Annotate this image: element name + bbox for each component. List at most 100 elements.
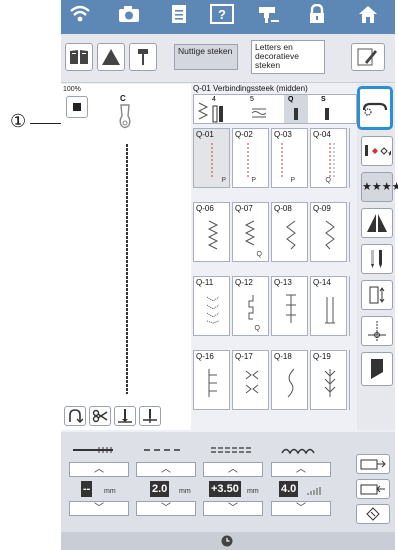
reverse-button[interactable] <box>64 406 86 426</box>
stitch-code: Q-01 <box>196 130 214 139</box>
category-button-twin-needle[interactable] <box>361 244 393 274</box>
reset-button[interactable] <box>356 504 390 524</box>
stitch-pattern-icon <box>329 143 335 177</box>
category-button-mirror[interactable] <box>361 208 393 238</box>
save-stitch-button[interactable] <box>356 454 390 474</box>
width-increase-button[interactable]: ︿ <box>69 462 129 477</box>
presser-foot-category-icon <box>362 102 388 116</box>
help-icon[interactable]: ? <box>207 4 237 30</box>
edit-button[interactable] <box>351 43 385 71</box>
stitch-code: Q-13 <box>274 278 292 287</box>
category-title: Q-01 Verbindingssteek (midden) <box>193 84 308 93</box>
category-button-width-adjust[interactable] <box>361 280 393 310</box>
stitch-cell[interactable]: Q-16 <box>193 350 230 410</box>
category-button-characters[interactable]: ★ <box>361 136 394 166</box>
stitch-code: Q-18 <box>274 352 292 361</box>
presser-foot-button[interactable] <box>129 43 157 71</box>
width-decrease-button[interactable]: ﹀ <box>69 501 129 516</box>
callout-marker: ① <box>10 111 27 131</box>
zoom-label: 100% <box>63 86 81 93</box>
sewing-screen: ? Nuttige steken Letters en decoratieve … <box>61 0 398 550</box>
category-button-shape[interactable] <box>361 352 393 386</box>
preview-label-2: 5 <box>250 96 254 103</box>
stitch-cell[interactable]: Q-19 <box>310 350 347 410</box>
category-button-needle-position[interactable] <box>361 316 393 346</box>
stitch-cell[interactable]: Q-06 <box>193 202 230 262</box>
needle-icon <box>138 49 148 65</box>
stitch-foot: Q <box>254 325 260 332</box>
tab-utility-stitches[interactable]: Nuttige steken <box>174 44 238 70</box>
twin-needle-icon <box>371 250 382 268</box>
tension-value: 4.0 <box>279 481 299 497</box>
reverse-icon <box>69 409 84 423</box>
needle-position-icon <box>118 409 132 423</box>
needle-mode-button[interactable] <box>66 96 88 118</box>
home-icon[interactable] <box>353 4 383 30</box>
wave-preview-icon <box>251 108 267 118</box>
preview-strip: 4 5 Q S <box>193 94 357 124</box>
document-icon[interactable] <box>164 4 194 30</box>
lock-icon[interactable] <box>302 3 332 30</box>
stitch-cell[interactable]: Q-01 P <box>193 128 230 188</box>
stitch-code: Q-08 <box>274 204 292 213</box>
cutter-button[interactable] <box>89 406 111 426</box>
stitch-pattern-icon <box>281 143 283 177</box>
stitch-cell[interactable]: Q-11 <box>193 276 230 336</box>
stitch-foot: P <box>290 177 295 184</box>
tension-increase-button[interactable]: ︿ <box>271 462 331 477</box>
stitch-pattern-icon <box>324 369 336 397</box>
stitch-code: Q-04 <box>313 130 331 139</box>
tab-decorative-stitches[interactable]: Letters en decoratieve steken <box>251 40 325 74</box>
length-increase-button[interactable]: ︿ <box>136 462 196 477</box>
reset-icon <box>366 507 380 521</box>
stitch-pattern-icon <box>208 369 217 397</box>
mirror-icon <box>367 214 387 232</box>
stitch-cell[interactable]: Q-18 <box>271 350 308 410</box>
presser-foot-mini-icon <box>294 108 298 120</box>
position-value: +3.50 <box>209 481 241 497</box>
camera-icon[interactable] <box>114 4 144 30</box>
stitch-cell[interactable]: Q-13 <box>271 276 308 336</box>
stitch-cell[interactable]: Q-09 <box>310 202 347 262</box>
stitch-cell[interactable]: Q-12 Q <box>232 276 269 336</box>
needle-position-button[interactable] <box>114 406 136 426</box>
stitch-cell[interactable]: Q-03 P <box>271 128 308 188</box>
position-increase-button[interactable]: ︿ <box>203 462 263 477</box>
zigzag-preview-icon <box>197 102 209 120</box>
tension-decrease-button[interactable]: ﹀ <box>271 501 331 516</box>
twin-needle-button[interactable] <box>97 43 125 71</box>
book-button[interactable] <box>65 43 93 71</box>
length-decrease-button[interactable]: ﹀ <box>136 501 196 516</box>
position-decrease-button[interactable]: ﹀ <box>203 501 263 516</box>
stitch-cell[interactable]: Q-08 <box>271 202 308 262</box>
category-button-decorative[interactable]: ★★★★ <box>361 172 398 202</box>
stitch-foot: P <box>251 177 256 184</box>
character-stitch-icon: ★ <box>365 145 394 158</box>
stitch-cell[interactable]: Q-02 P <box>232 128 269 188</box>
stitch-pattern-icon <box>286 294 296 323</box>
triangle-icon <box>102 49 120 65</box>
stitch-code: Q-16 <box>196 352 214 361</box>
stitch-pattern-icon <box>325 297 335 324</box>
stitch-pattern-icon <box>248 295 254 320</box>
stitch-cell[interactable]: Q-07 Q <box>232 202 269 262</box>
straight-stitch-preview-icon <box>212 105 223 123</box>
wifi-icon[interactable] <box>65 4 95 30</box>
category-button-utility[interactable] <box>357 86 393 130</box>
shape-icon <box>371 359 383 379</box>
pivot-icon <box>143 409 157 423</box>
stitch-code: Q-19 <box>313 352 331 361</box>
load-stitch-button[interactable] <box>356 479 390 499</box>
stitch-cell[interactable]: Q-04 Q <box>310 128 347 188</box>
stitch-cell[interactable]: Q-17 <box>232 350 269 410</box>
stitch-preview-pane: 100% C <box>61 84 191 430</box>
stitch-pattern-icon <box>207 220 219 250</box>
save-stitch-icon <box>360 459 386 470</box>
stitch-code: Q-07 <box>235 204 253 213</box>
decorative-stars-icon: ★★★★ <box>362 181 398 193</box>
side-cutter-mini-icon <box>325 108 329 120</box>
stitch-cell[interactable]: Q-14 <box>310 276 347 336</box>
pivot-button[interactable] <box>139 406 161 426</box>
stitch-code: Q-03 <box>274 130 292 139</box>
sewing-icon[interactable] <box>254 4 284 30</box>
